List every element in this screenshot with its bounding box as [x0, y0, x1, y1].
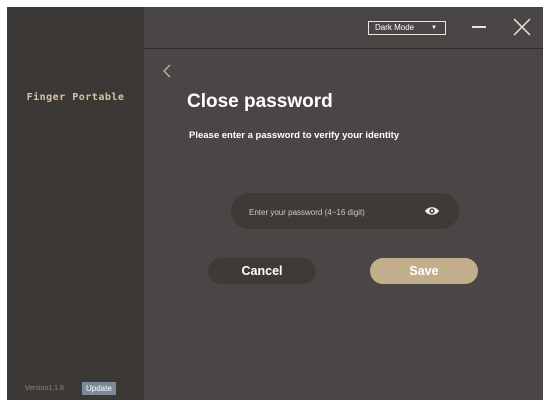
- caret-down-icon: ▼: [431, 25, 437, 31]
- version-label: Version1.1.8: [25, 385, 64, 392]
- minimize-icon[interactable]: [472, 26, 486, 28]
- eye-icon[interactable]: [424, 205, 440, 217]
- save-button[interactable]: Save: [370, 258, 478, 284]
- update-button[interactable]: Update: [82, 382, 116, 395]
- sidebar: Finger Portable Version1.1.8 Update: [7, 7, 144, 400]
- password-input[interactable]: [247, 193, 421, 231]
- title-bar: Dark Mode ▼: [144, 7, 543, 49]
- close-icon[interactable]: [512, 17, 532, 37]
- page-subtitle: Please enter a password to verify your i…: [189, 130, 400, 141]
- password-field: [231, 193, 459, 231]
- app-window: Finger Portable Version1.1.8 Update Dark…: [7, 7, 543, 400]
- page-title: Close password: [187, 91, 333, 112]
- theme-select-value: Dark Mode: [375, 23, 415, 32]
- theme-select[interactable]: Dark Mode ▼: [368, 21, 446, 35]
- chevron-left-icon[interactable]: [160, 62, 174, 80]
- app-brand: Finger Portable: [26, 92, 125, 103]
- cancel-button[interactable]: Cancel: [208, 258, 316, 284]
